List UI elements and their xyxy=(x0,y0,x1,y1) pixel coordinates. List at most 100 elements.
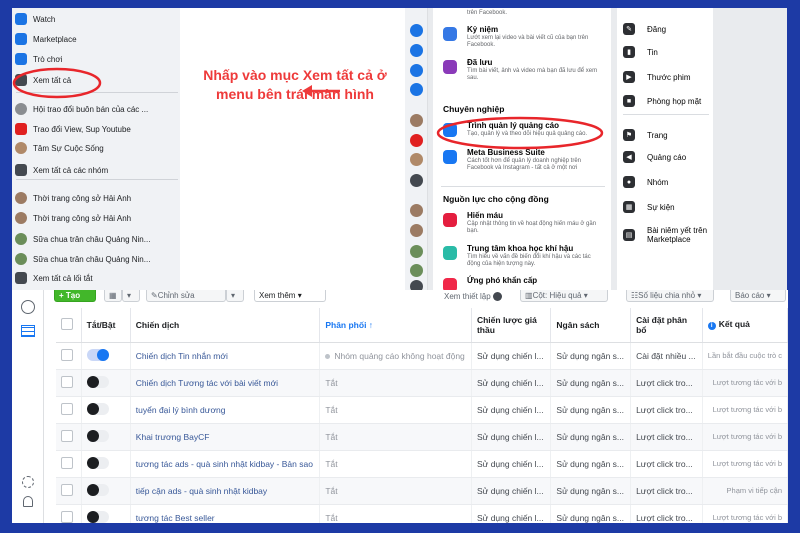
row-checkbox[interactable] xyxy=(56,369,82,397)
shortcut-icon-strip xyxy=(405,8,428,290)
table-row[interactable]: Khai trương BayCF Tắt Sử dụng chiến l... Sử… xyxy=(56,423,788,451)
breakdown-dropdown[interactable]: ☷ Số liệu chia nhỏ ▾ xyxy=(626,290,714,302)
chevron-down-icon[interactable]: ▾ xyxy=(226,290,244,302)
campaign-toggle[interactable] xyxy=(81,396,131,424)
campaign-name-link[interactable]: tiếp cận ads - quà sinh nhật kidbay xyxy=(130,477,321,505)
edit-button[interactable]: ✎ Chỉnh sửa xyxy=(146,290,226,302)
row-checkbox[interactable] xyxy=(56,396,82,424)
columns-icon: ▥ xyxy=(525,291,533,300)
left-menu-item[interactable]: Hội trao đổi buôn bán của các ... xyxy=(12,99,180,119)
left-menu-item[interactable]: Watch xyxy=(12,9,180,29)
delivery-cell: Tắt xyxy=(319,450,472,478)
create-menu-item[interactable]: ▮ Tin xyxy=(623,43,713,61)
create-menu-item[interactable]: ⚑ Trang xyxy=(623,126,713,144)
row-checkbox[interactable] xyxy=(56,477,82,505)
header-delivery[interactable]: Phân phối ↑ xyxy=(319,308,472,343)
view-setup-toggle[interactable]: Xem thiết lập xyxy=(440,290,516,302)
chevron-down-icon[interactable]: ▾ xyxy=(122,290,140,302)
budget-cell: Sử dụng ngân s... xyxy=(550,396,632,424)
header-attribution[interactable]: Cài đặt phân bổ xyxy=(630,308,703,343)
header-budget[interactable]: Ngân sách xyxy=(550,308,632,343)
row-checkbox[interactable] xyxy=(56,423,82,451)
left-menu-item[interactable]: Sữa chua trân châu Quảng Nin... xyxy=(12,249,180,269)
row-checkbox[interactable] xyxy=(56,342,82,370)
left-menu-item[interactable]: Tâm Sự Cuộc Sống xyxy=(12,138,180,158)
campaign-name-link[interactable]: tương tác Best seller xyxy=(130,504,321,523)
create-item-label: Tin xyxy=(647,47,658,57)
campaign-toggle[interactable] xyxy=(81,342,131,370)
campaign-name-link[interactable]: Chiến dịch Tin nhắn mới xyxy=(130,342,321,370)
left-menu-item[interactable]: Sữa chua trân châu Quảng Nin... xyxy=(12,229,180,249)
settings-icon[interactable] xyxy=(22,476,34,488)
menu-feature-item[interactable]: Meta Business Suite Cách tốt hơn để quản … xyxy=(437,148,607,182)
campaign-name-link[interactable]: Chiến dịch Tương tác với bài viết mới xyxy=(130,369,321,397)
menu-feature-item[interactable]: Đã lưu Tìm bài viết, ảnh và video mà bạn … xyxy=(437,58,607,92)
page-avatar-icon xyxy=(15,253,27,265)
columns-dropdown[interactable]: ▥ Cột: Hiệu quả ▾ xyxy=(520,290,608,302)
create-menu-item[interactable]: ■ Phòng họp mặt xyxy=(623,92,713,110)
shortcut-icon[interactable] xyxy=(410,83,423,96)
shortcut-icon[interactable] xyxy=(410,245,423,258)
row-checkbox[interactable] xyxy=(56,450,82,478)
row-checkbox[interactable] xyxy=(56,504,82,523)
campaign-name-link[interactable]: tuyển đại lý bình dương xyxy=(130,396,321,424)
table-row[interactable]: tuyển đại lý bình dương Tắt Sử dụng chiến … xyxy=(56,396,788,424)
shortcut-icon[interactable] xyxy=(410,134,423,147)
table-row[interactable]: Chiến dịch Tin nhắn mới Nhóm quảng cáo kh… xyxy=(56,342,788,370)
breakdown-icon: ☷ xyxy=(631,291,639,300)
header-toggle[interactable]: Tắt/Bật xyxy=(81,308,131,343)
campaign-name-link[interactable]: Khai trương BayCF xyxy=(130,423,321,451)
shortcut-icon[interactable] xyxy=(410,153,423,166)
left-menu-item[interactable]: Xem tất cả các nhóm xyxy=(12,160,180,180)
menu-feature-item[interactable]: Ứng phó khẩn cấp xyxy=(437,276,607,290)
shortcut-icon[interactable] xyxy=(410,204,423,217)
speedometer-icon[interactable] xyxy=(21,300,35,314)
shortcut-icon[interactable] xyxy=(410,114,423,127)
header-bid-strategy[interactable]: Chiến lược giá thầu xyxy=(471,308,552,343)
campaign-toggle[interactable] xyxy=(81,369,131,397)
shortcut-icon[interactable] xyxy=(410,264,423,277)
create-menu-item[interactable]: ▦ Sự kiện xyxy=(623,198,713,216)
create-menu-item[interactable]: ▤ Bài niêm yết trên Marketplace xyxy=(623,222,713,248)
create-menu-item[interactable]: ● Nhóm xyxy=(623,173,713,191)
header-results[interactable]: i Kết quả xyxy=(702,308,788,343)
notifications-bell-icon[interactable] xyxy=(23,496,33,507)
menu-feature-item[interactable]: Kỷ niệm Lướt xem lại video và bài viết cũ… xyxy=(437,25,607,59)
budget-cell: Sử dụng ngân s... xyxy=(550,450,632,478)
header-campaign[interactable]: Chiến dịch xyxy=(130,308,321,343)
campaigns-table-icon[interactable] xyxy=(21,325,35,337)
table-row[interactable]: tương tác Best seller Tắt Sử dụng chiến l.… xyxy=(56,504,788,523)
delivery-text: Tắt xyxy=(325,512,338,523)
left-menu-item[interactable]: Xem tất cả lối tắt xyxy=(12,268,180,288)
reports-dropdown[interactable]: Báo cáo ▾ xyxy=(730,290,786,302)
shortcut-icon[interactable] xyxy=(410,280,423,290)
campaign-toggle[interactable] xyxy=(81,504,131,523)
table-row[interactable]: tiếp cận ads - quà sinh nhật kidbay Tắt Sử… xyxy=(56,477,788,505)
left-menu-item[interactable]: Trao đổi View, Sup Youtube xyxy=(12,119,180,139)
duplicate-icon[interactable]: ▦ xyxy=(104,290,122,302)
create-menu-item[interactable]: ✎ Đăng xyxy=(623,20,713,38)
campaign-toggle[interactable] xyxy=(81,423,131,451)
left-menu-item[interactable]: Thời trang công sở Hải Anh xyxy=(12,208,180,228)
create-menu-item[interactable]: ▶ Thước phim xyxy=(623,68,713,86)
create-item-label: Bài niêm yết trên Marketplace xyxy=(647,226,708,244)
create-menu-item[interactable]: ◀ Quảng cáo xyxy=(623,148,713,166)
campaign-toggle[interactable] xyxy=(81,450,131,478)
menu-feature-item[interactable]: Hiến máu Cập nhật thông tin về hoạt động … xyxy=(437,211,607,245)
shortcut-icon[interactable] xyxy=(410,24,423,37)
campaign-toggle[interactable] xyxy=(81,477,131,505)
select-all-checkbox[interactable] xyxy=(56,308,82,343)
shortcut-icon[interactable] xyxy=(410,64,423,77)
video-icon: ■ xyxy=(623,95,635,107)
table-row[interactable]: tương tác ads - quà sinh nhật kidbay - B… xyxy=(56,450,788,478)
campaign-name-link[interactable]: tương tác ads - quà sinh nhật kidbay - B… xyxy=(130,450,321,478)
left-menu-item[interactable]: Marketplace xyxy=(12,29,180,49)
more-dropdown[interactable]: Xem thêm ▾ xyxy=(254,290,326,302)
left-menu-item[interactable]: Thời trang công sở Hải Anh xyxy=(12,188,180,208)
shortcut-icon[interactable] xyxy=(410,224,423,237)
table-row[interactable]: Chiến dịch Tương tác với bài viết mới Tắt… xyxy=(56,369,788,397)
shortcut-icon[interactable] xyxy=(410,44,423,57)
menu-feature-item[interactable]: Trung tâm khoa học khí hậu Tìm hiểu về vấ… xyxy=(437,244,607,278)
shortcut-icon[interactable] xyxy=(410,174,423,187)
create-button[interactable]: + Tạo xyxy=(54,290,96,302)
